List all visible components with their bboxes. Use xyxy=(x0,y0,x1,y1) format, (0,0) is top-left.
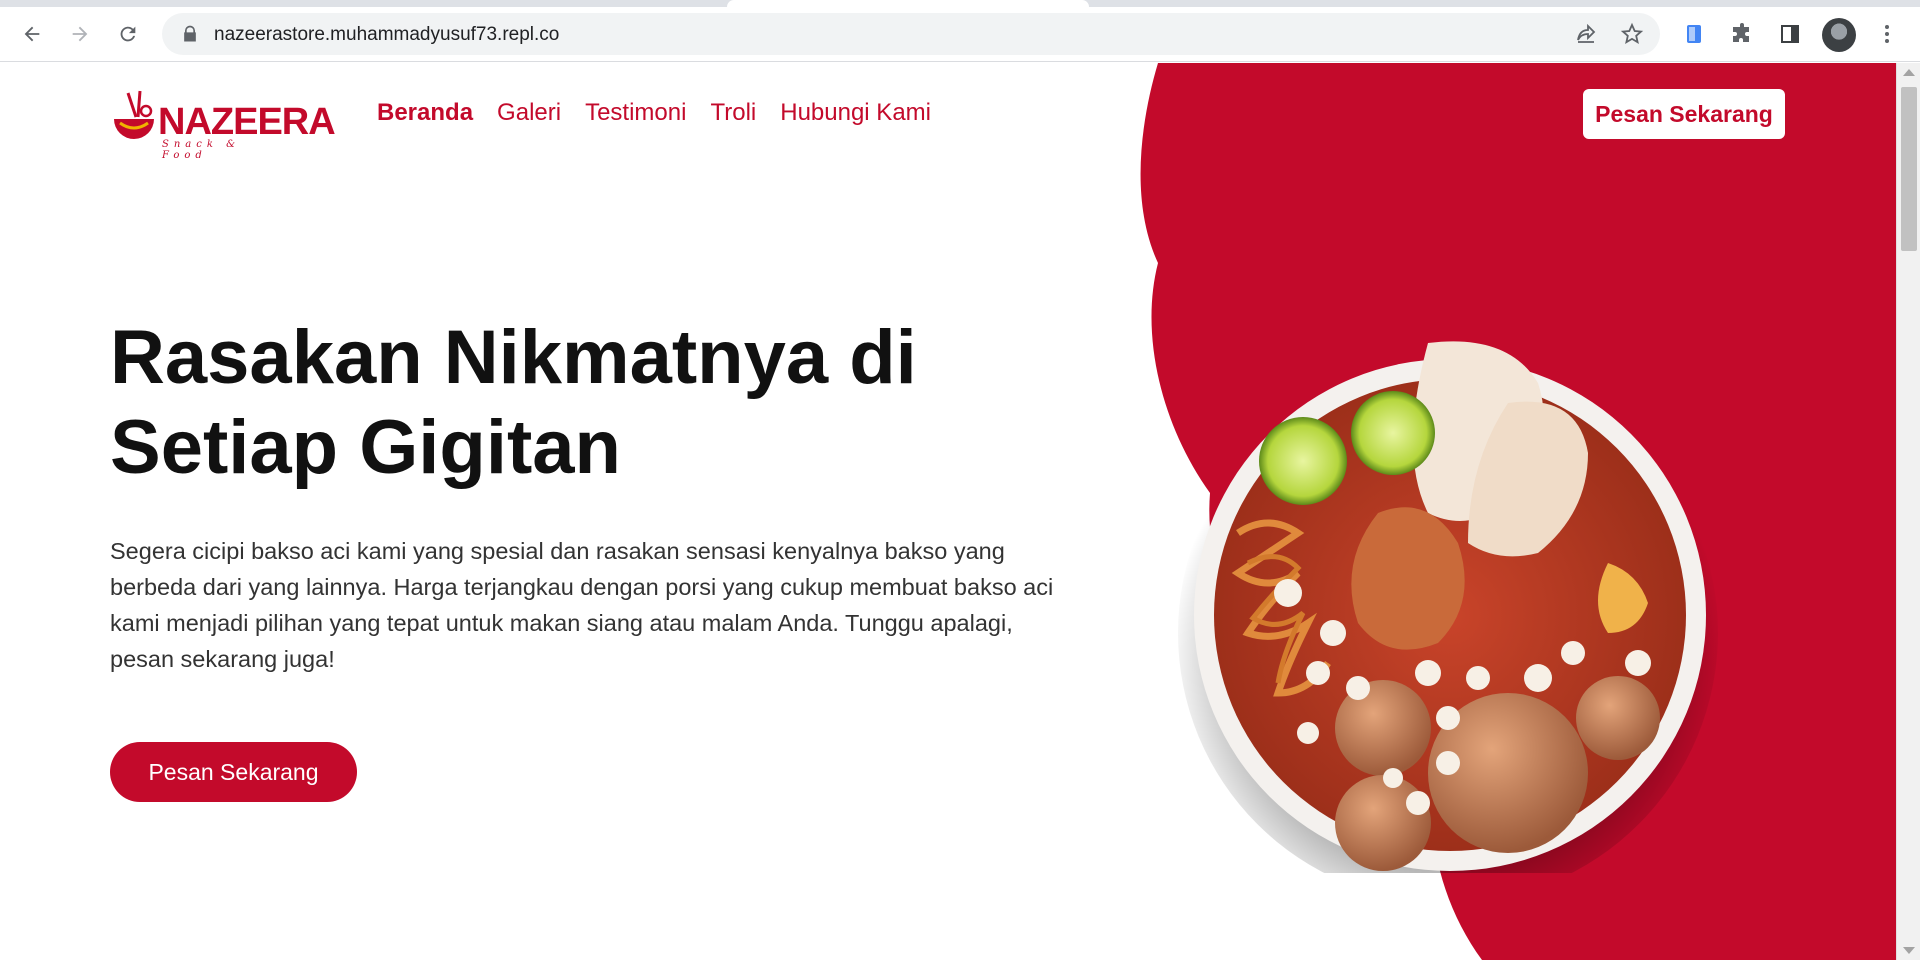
star-icon[interactable] xyxy=(1620,22,1644,46)
back-icon[interactable] xyxy=(15,17,49,51)
nav-item-hubungi-kami[interactable]: Hubungi Kami xyxy=(780,99,931,127)
sidepanel-icon[interactable] xyxy=(1778,22,1802,46)
logo-wordmark: NAZEERA xyxy=(158,101,336,143)
address-bar[interactable]: nazeerastore.muhammadyusuf73.repl.co xyxy=(162,13,1660,55)
reload-icon[interactable] xyxy=(111,17,145,51)
hero-order-button[interactable]: Pesan Sekarang xyxy=(110,742,357,802)
page-scrollbar[interactable] xyxy=(1896,63,1920,960)
bakso-bowl-image xyxy=(1178,341,1718,873)
active-tab[interactable] xyxy=(727,0,1089,7)
logo-tagline: Snack & Food xyxy=(162,139,240,161)
browser-toolbar: nazeerastore.muhammadyusuf73.repl.co xyxy=(0,7,1920,62)
menu-icon[interactable] xyxy=(1875,22,1899,46)
hero-title-line2: Setiap Gigitan xyxy=(110,405,621,490)
webpage: NAZEERA Snack & Food Beranda Galeri Test… xyxy=(0,63,1896,960)
profile-avatar[interactable] xyxy=(1822,18,1856,52)
brand-logo[interactable]: NAZEERA Snack & Food xyxy=(110,83,336,161)
url-text[interactable]: nazeerastore.muhammadyusuf73.repl.co xyxy=(214,24,559,46)
share-icon[interactable] xyxy=(1574,22,1598,46)
header-order-button[interactable]: Pesan Sekarang xyxy=(1583,89,1785,139)
nav-item-testimoni[interactable]: Testimoni xyxy=(585,99,686,127)
scroll-down-icon[interactable] xyxy=(1903,947,1915,954)
scroll-thumb[interactable] xyxy=(1901,87,1917,251)
forward-icon[interactable] xyxy=(63,17,97,51)
extension-icon[interactable] xyxy=(1682,22,1706,46)
scroll-up-icon[interactable] xyxy=(1903,69,1915,76)
tab-strip xyxy=(0,0,1920,7)
nav-item-beranda[interactable]: Beranda xyxy=(377,99,473,127)
puzzle-icon[interactable] xyxy=(1730,22,1754,46)
lock-icon[interactable] xyxy=(180,24,200,44)
nav-item-galeri[interactable]: Galeri xyxy=(497,99,561,127)
main-nav: Beranda Galeri Testimoni Troli Hubungi K… xyxy=(377,99,931,127)
hero-title-line1: Rasakan Nikmatnya di xyxy=(110,315,917,400)
hero-title: Rasakan Nikmatnya di Setiap Gigitan xyxy=(110,313,1010,493)
nav-item-troli[interactable]: Troli xyxy=(710,99,756,127)
noodle-bowl-icon xyxy=(114,90,154,139)
hero-description: Segera cicipi bakso aci kami yang spesia… xyxy=(110,538,1054,672)
